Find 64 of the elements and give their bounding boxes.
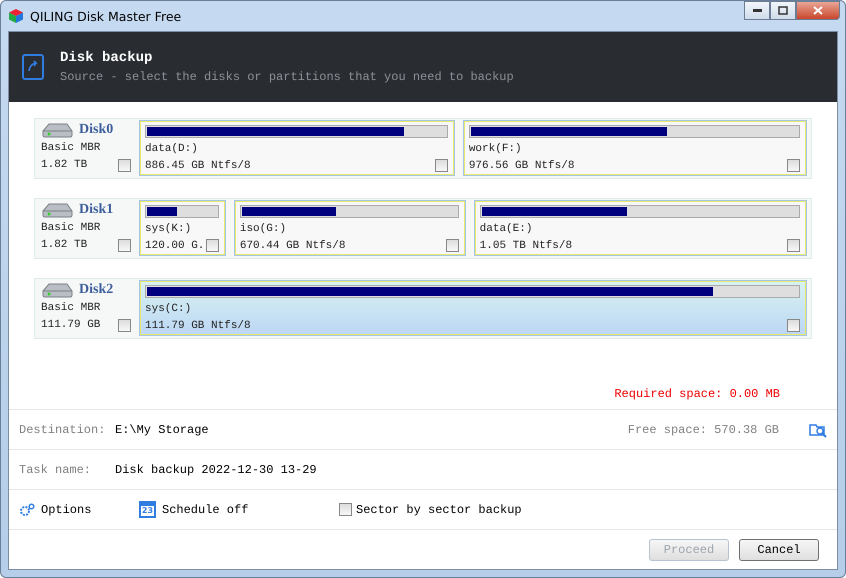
page-title: Disk backup <box>60 50 154 66</box>
sector-label: Sector by sector backup <box>356 502 522 516</box>
browse-icon[interactable] <box>809 422 827 438</box>
destination-path: E:\My Storage <box>115 422 210 436</box>
disk-name: Disk2 <box>79 282 114 298</box>
disk-size: 1.82 TB <box>41 239 88 251</box>
partition-info: 1.05 TB Ntfs/8 <box>480 240 572 252</box>
partition-checkbox[interactable] <box>446 239 459 252</box>
page-subtitle: Source - select the disks or partitions that you need to backup <box>60 70 514 84</box>
calendar-icon: 23 <box>139 501 156 518</box>
partition-label: data(D:) <box>145 142 199 154</box>
window-title: QILING Disk Master Free <box>30 8 182 24</box>
partition-checkbox[interactable] <box>206 239 219 252</box>
task-name-field[interactable]: Disk backup 2022-12-30 13-29 <box>115 462 317 476</box>
partition-checkbox[interactable] <box>787 239 800 252</box>
disk-checkbox[interactable] <box>118 318 131 332</box>
app-logo-icon <box>8 8 24 24</box>
partition-info: 886.45 GB Ntfs/8 <box>145 160 251 172</box>
backup-icon <box>22 54 44 80</box>
partition-label: iso(G:) <box>240 222 288 234</box>
partition-info: 111.79 GB Ntfs/8 <box>145 320 251 332</box>
options-link[interactable]: Options <box>41 502 92 516</box>
destination-label: Destination: <box>19 422 106 436</box>
partition-checkbox[interactable] <box>434 159 448 172</box>
partition-label: work(F:) <box>468 142 523 154</box>
disk-type: Basic MBR <box>41 142 102 154</box>
disk-size: 1.82 TB <box>41 159 88 171</box>
disk-checkbox[interactable] <box>118 158 131 172</box>
disk-name: Disk0 <box>79 122 114 138</box>
partition-info: 120.00 G. <box>145 240 204 252</box>
sector-checkbox[interactable] <box>339 503 352 516</box>
disk-type: Basic MBR <box>41 222 102 234</box>
disk-name: Disk1 <box>79 202 114 218</box>
partition-info: 670.44 GB Ntfs/8 <box>240 240 346 252</box>
partition-card[interactable]: sys(K:) 120.00 G. <box>139 200 226 256</box>
maximize-icon <box>778 6 788 15</box>
task-name-label: Task name: <box>19 462 92 476</box>
partition-label: data(E:) <box>480 222 534 234</box>
partition-card[interactable]: work(F:) 976.56 GB Ntfs/8 <box>462 120 807 176</box>
close-button[interactable] <box>796 1 840 20</box>
partition-label: sys(C:) <box>145 302 192 314</box>
partition-card[interactable]: iso(G:) 670.44 GB Ntfs/8 <box>234 200 466 256</box>
required-space: Required space: 0.00 MB <box>613 387 781 403</box>
minimize-button[interactable] <box>744 1 770 20</box>
dialog-button[interactable]: Cancel <box>739 538 819 560</box>
minimize-icon <box>752 9 762 12</box>
partition-card[interactable]: sys(C:) 111.79 GB Ntfs/8 <box>139 280 807 336</box>
schedule-link[interactable]: Schedule off <box>162 502 248 516</box>
partition-checkbox[interactable] <box>787 159 800 172</box>
hard-drive-icon <box>41 122 73 138</box>
disk-type: Basic MBR <box>41 302 102 314</box>
partition-label: sys(K:) <box>145 222 192 234</box>
disk-checkbox[interactable] <box>118 238 131 252</box>
hard-drive-icon <box>41 282 73 298</box>
disk-size: 111.79 GB <box>41 319 102 331</box>
hard-drive-icon <box>41 202 73 218</box>
free-space: Free space: 570.38 GB <box>628 422 779 436</box>
partition-card[interactable]: data(E:) 1.05 TB Ntfs/8 <box>474 200 807 256</box>
gears-icon <box>19 502 35 516</box>
partition-card[interactable]: data(D:) 886.45 GB Ntfs/8 <box>139 120 455 176</box>
maximize-button[interactable] <box>770 1 796 20</box>
close-icon <box>813 6 823 15</box>
partition-info: 976.56 GB Ntfs/8 <box>468 160 574 172</box>
partition-checkbox[interactable] <box>787 319 800 332</box>
